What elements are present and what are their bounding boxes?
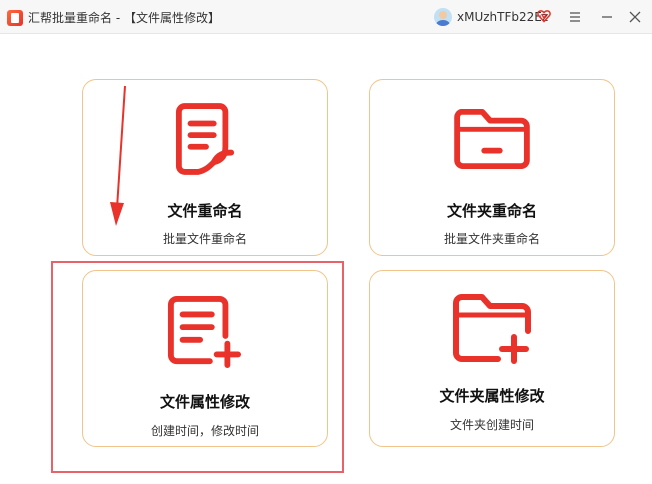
card-folder-attribute-edit[interactable]: 文件夹属性修改 文件夹创建时间 xyxy=(369,270,615,447)
card-title: 文件属性修改 xyxy=(159,393,250,411)
minimize-icon[interactable] xyxy=(598,8,616,26)
close-icon[interactable] xyxy=(626,8,644,26)
arrow-down-icon xyxy=(110,85,126,226)
window-title: 汇帮批量重命名 - 【文件属性修改】 xyxy=(28,11,220,25)
card-subtitle: 批量文件重命名 xyxy=(162,232,247,246)
card-title: 文件夹属性修改 xyxy=(439,387,545,405)
user-avatar[interactable] xyxy=(434,8,452,26)
file-document-icon xyxy=(175,103,235,175)
title-bar: 汇帮批量重命名 - 【文件属性修改】 xMUzhTFb22Ez xyxy=(0,0,652,34)
hamburger-icon[interactable] xyxy=(566,8,584,26)
card-file-attribute-edit[interactable]: 文件属性修改 创建时间，修改时间 xyxy=(82,270,328,447)
heart-v-icon[interactable] xyxy=(537,9,551,23)
card-title: 文件夹重命名 xyxy=(446,202,537,220)
username-label[interactable]: xMUzhTFb22Ez xyxy=(457,10,548,24)
file-plus-icon xyxy=(167,295,241,369)
folder-icon xyxy=(454,108,530,170)
card-subtitle: 批量文件夹重命名 xyxy=(443,232,540,246)
app-logo-icon xyxy=(7,10,23,26)
card-subtitle: 创建时间，修改时间 xyxy=(150,424,259,438)
card-subtitle: 文件夹创建时间 xyxy=(449,418,534,432)
folder-plus-icon xyxy=(453,294,531,364)
card-folder-rename[interactable]: 文件夹重命名 批量文件夹重命名 xyxy=(369,79,615,256)
